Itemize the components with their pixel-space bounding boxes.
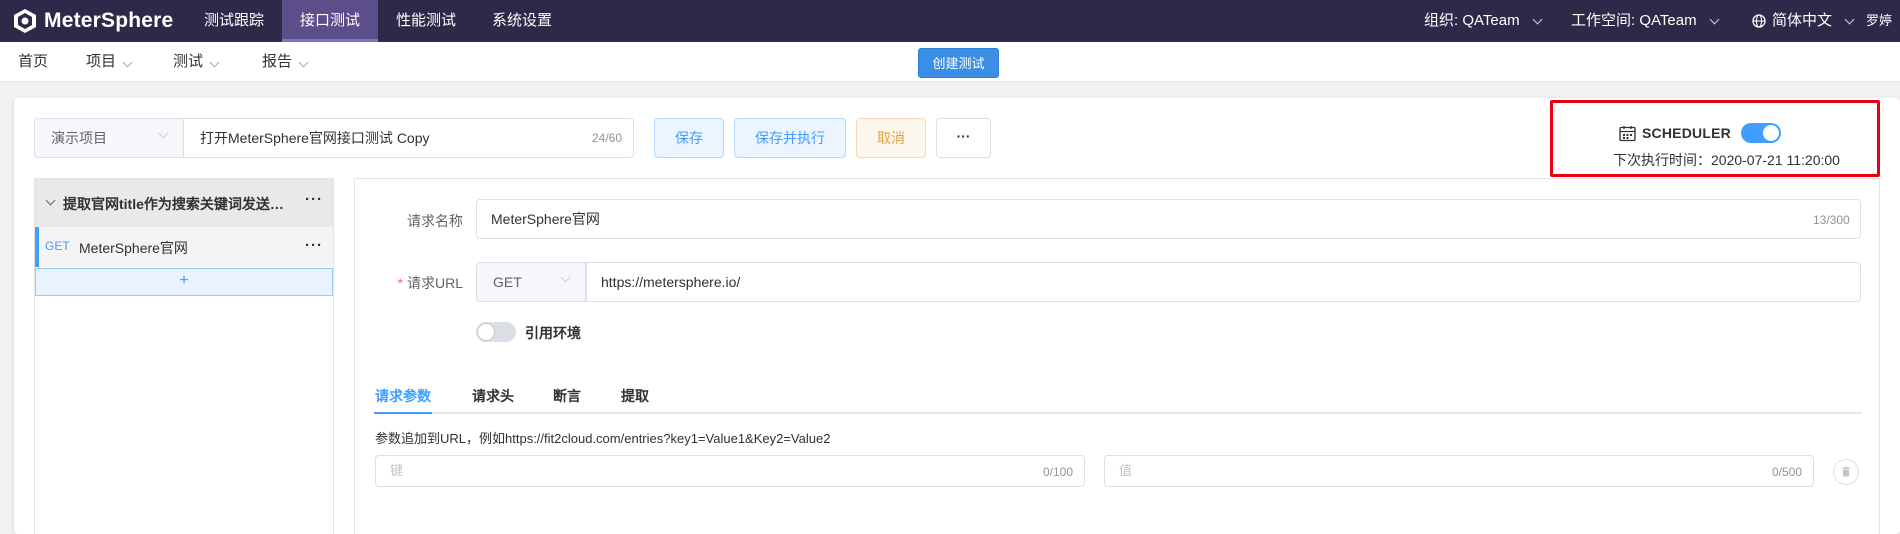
request-name-label: 请求名称 [407, 213, 463, 229]
workspace-dropdown[interactable]: 工作空间: QATeam [1571, 0, 1720, 42]
user-name: 罗婷 [1866, 13, 1893, 28]
request-item[interactable]: GET MeterSphere官网 ··· [35, 227, 333, 267]
language-dropdown[interactable]: 简体中文 [1752, 0, 1855, 42]
subnav-test[interactable]: 测试 [173, 42, 220, 82]
metersphere-logo-icon [14, 9, 36, 33]
cancel-button[interactable]: 取消 [856, 118, 926, 158]
save-button[interactable]: 保存 [654, 118, 724, 158]
request-name-value: MeterSphere官网 [491, 211, 600, 227]
tab-extract[interactable]: 提取 [621, 386, 649, 406]
chevron-down-icon [158, 128, 169, 139]
main-nav: 测试跟踪 接口测试 性能测试 系统设置 [186, 0, 570, 42]
use-environment-toggle[interactable] [476, 322, 516, 342]
chevron-down-icon [560, 272, 571, 283]
param-key-counter: 0/100 [1043, 465, 1074, 479]
scenario-more-button[interactable]: ··· [305, 191, 323, 208]
subnav-home[interactable]: 首页 [18, 42, 48, 82]
scheduler-panel: SCHEDULER 下次执行时间：2020-07-21 11:20:00 [1550, 100, 1880, 177]
project-select-value: 演示项目 [51, 130, 107, 146]
chevron-down-icon [1844, 14, 1855, 24]
tab-request-headers[interactable]: 请求头 [472, 386, 514, 406]
nav-system-settings[interactable]: 系统设置 [474, 0, 570, 42]
tab-assertions[interactable]: 断言 [553, 386, 581, 406]
chevron-down-icon [1532, 14, 1543, 24]
brand-name: MeterSphere [44, 9, 174, 32]
request-name: MeterSphere官网 [79, 240, 188, 256]
subnav-report-label: 报告 [262, 53, 293, 70]
trash-icon [1842, 466, 1850, 477]
scheduler-row: SCHEDULER [1619, 123, 1781, 143]
request-url-value: https://metersphere.io/ [601, 274, 741, 290]
app-logo[interactable]: MeterSphere [12, 8, 173, 34]
top-header: MeterSphere 测试跟踪 接口测试 性能测试 系统设置 组织: QATe… [0, 0, 1900, 42]
next-run-info: 下次执行时间：2020-07-21 11:20:00 [1613, 150, 1840, 170]
project-select[interactable]: 演示项目 [34, 118, 184, 158]
language-label: 简体中文 [1772, 12, 1833, 29]
scheduler-label: SCHEDULER [1642, 125, 1731, 141]
http-method-select[interactable]: GET [476, 262, 586, 302]
chevron-down-icon [122, 57, 133, 68]
subnav-test-label: 测试 [173, 53, 204, 70]
chevron-down-icon [209, 57, 220, 68]
params-hint: 参数追加到URL，例如https://fit2cloud.com/entries… [375, 431, 831, 446]
user-menu[interactable]: 罗婷 [1866, 0, 1892, 42]
next-run-label: 下次执行时间： [1613, 152, 1711, 168]
param-value-input[interactable]: 值 [1104, 455, 1814, 487]
param-value-counter: 0/500 [1772, 465, 1803, 479]
org-label: 组织: QATeam [1424, 12, 1520, 29]
required-mark: * [397, 275, 403, 291]
request-url-label-text: 请求URL [406, 275, 463, 291]
next-run-time: 2020-07-21 11:20:00 [1711, 152, 1840, 168]
test-name-input[interactable]: 打开MeterSphere官网接口测试 Copy [184, 118, 634, 158]
request-method-tag: GET [45, 239, 70, 253]
subnav-project[interactable]: 项目 [86, 42, 133, 82]
delete-param-button[interactable] [1833, 459, 1859, 485]
chevron-down-icon[interactable] [45, 195, 56, 206]
sub-nav: 首页 项目 测试 报告 创建测试 [0, 42, 1900, 82]
request-url-label: * 请求URL [373, 273, 463, 293]
subnav-report[interactable]: 报告 [262, 42, 309, 82]
chevron-down-icon [1709, 14, 1720, 24]
scheduler-toggle[interactable] [1740, 123, 1781, 143]
http-method-value: GET [493, 274, 522, 290]
request-tabs: 请求参数 请求头 断言 提取 [374, 380, 1862, 414]
request-name-input[interactable]: MeterSphere官网 [476, 199, 1861, 239]
create-test-button[interactable]: 创建测试 [918, 48, 999, 78]
test-name-value: 打开MeterSphere官网接口测试 Copy [200, 130, 430, 146]
request-url-input[interactable]: https://metersphere.io/ [586, 262, 1861, 302]
calendar-icon[interactable] [1619, 125, 1636, 142]
use-environment-label: 引用环境 [525, 325, 581, 341]
param-key-input[interactable]: 键 [375, 455, 1085, 487]
nav-test-tracking[interactable]: 测试跟踪 [186, 0, 282, 42]
scenario-title: 提取官网title作为搜索关键词发送… [63, 196, 284, 212]
scenario-panel: 提取官网title作为搜索关键词发送… ··· GET MeterSphere官… [34, 178, 334, 534]
request-more-button[interactable]: ··· [305, 237, 323, 254]
test-name-counter: 24/60 [592, 131, 623, 145]
param-key-placeholder: 键 [390, 463, 404, 478]
param-value-placeholder: 值 [1119, 463, 1133, 478]
nav-api-test[interactable]: 接口测试 [282, 0, 379, 42]
save-and-run-button[interactable]: 保存并执行 [734, 118, 846, 158]
tab-request-params[interactable]: 请求参数 [375, 386, 431, 406]
workspace-label: 工作空间: QATeam [1571, 12, 1697, 29]
scenario-header[interactable]: 提取官网title作为搜索关键词发送… ··· [35, 179, 333, 227]
add-request-button[interactable]: + [35, 268, 333, 296]
toggle-knob [478, 324, 494, 340]
org-dropdown[interactable]: 组织: QATeam [1424, 0, 1543, 42]
request-name-counter: 13/300 [1813, 213, 1850, 227]
nav-performance-test[interactable]: 性能测试 [378, 0, 474, 42]
active-tab-indicator [374, 412, 432, 414]
toggle-knob [1762, 125, 1779, 141]
chevron-down-icon [298, 57, 309, 68]
more-actions-button[interactable]: ··· [936, 118, 991, 158]
subnav-project-label: 项目 [86, 53, 117, 70]
globe-icon [1752, 14, 1766, 28]
